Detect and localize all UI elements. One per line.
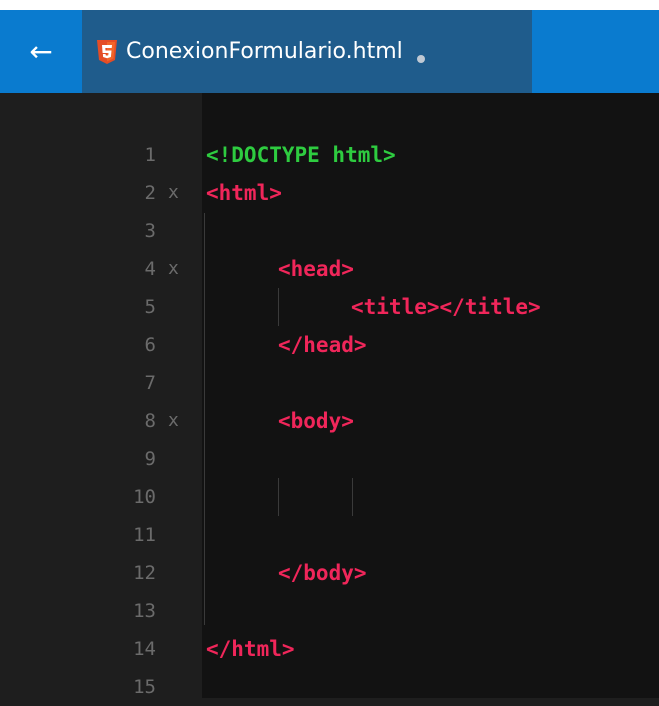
fold-toggle[interactable]: x — [168, 402, 179, 440]
code-line-1: 1 <!DOCTYPE html> — [0, 136, 659, 174]
html-close-tag: </html> — [206, 637, 295, 661]
line-number: 1 — [144, 144, 156, 166]
code-line-5: 5 <title></title> — [0, 288, 659, 326]
line-number: 10 — [133, 486, 156, 508]
line-number: 9 — [144, 448, 156, 470]
back-button[interactable]: ← — [0, 10, 82, 93]
code-line-8: 8 x <body> — [0, 402, 659, 440]
title-element: <title></title> — [351, 295, 541, 319]
body-close-tag: </body> — [278, 561, 367, 585]
line-number: 3 — [144, 220, 156, 242]
head-close-tag: </head> — [278, 333, 367, 357]
code-line-9: 9 — [0, 440, 659, 478]
html5-icon — [96, 39, 118, 64]
line-number: 5 — [144, 296, 156, 318]
doctype-declaration: <!DOCTYPE html> — [206, 143, 396, 167]
fold-toggle[interactable]: x — [168, 250, 179, 288]
html-open-tag: <html> — [206, 181, 282, 205]
code-line-7: 7 — [0, 364, 659, 402]
line-number: 4 — [144, 258, 156, 280]
code-line-4: 4 x <head> — [0, 250, 659, 288]
window-top-edge — [0, 0, 659, 10]
tab-title: ConexionFormulario.html — [126, 39, 403, 64]
arrow-left-icon: ← — [29, 35, 53, 68]
code-line-12: 12 </body> — [0, 554, 659, 592]
line-number: 11 — [133, 524, 156, 546]
line-number: 2 — [144, 182, 156, 204]
body-open-tag: <body> — [278, 409, 354, 433]
line-number: 13 — [133, 600, 156, 622]
code-line-11: 11 — [0, 516, 659, 554]
line-number: 12 — [133, 562, 156, 584]
tab-conexionformulario[interactable]: ConexionFormulario.html — [82, 10, 532, 93]
line-number: 14 — [133, 638, 156, 660]
code-line-2: 2 x <html> — [0, 174, 659, 212]
code-line-3: 3 — [0, 212, 659, 250]
line-number: 7 — [144, 372, 156, 394]
line-number: 15 — [133, 676, 156, 698]
line-number: 8 — [144, 410, 156, 432]
code-line-6: 6 </head> — [0, 326, 659, 364]
fold-toggle[interactable]: x — [168, 174, 179, 212]
head-open-tag: <head> — [278, 257, 354, 281]
code-line-14: 14 </html> — [0, 630, 659, 668]
line-number: 6 — [144, 334, 156, 356]
dot-icon — [416, 54, 425, 63]
code-line-10: 10 — [0, 478, 659, 516]
code-line-15: 15 — [0, 668, 659, 706]
code-line-13: 13 — [0, 592, 659, 630]
